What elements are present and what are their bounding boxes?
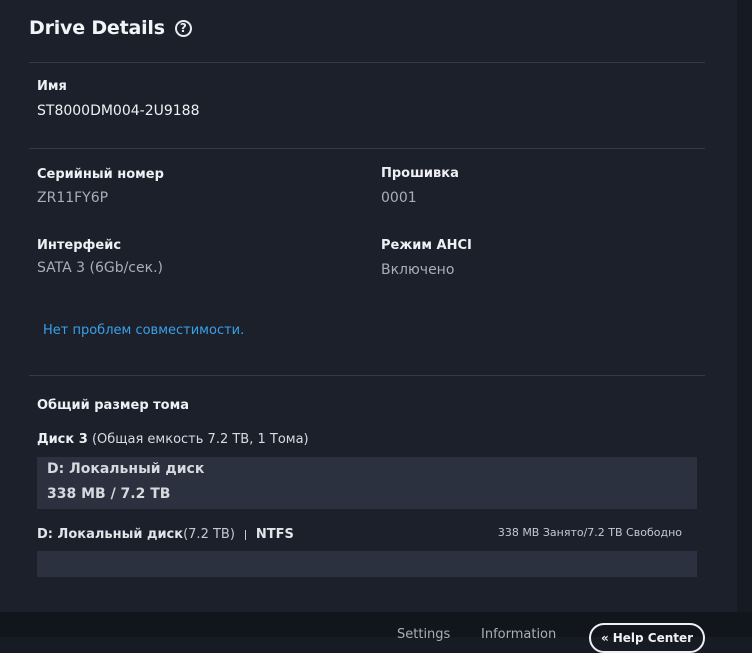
volume-card[interactable]: D: Локальный диск 338 MB / 7.2 TB	[37, 457, 697, 509]
partition-info: D: Локальный диск (7.2 TB) NTFS	[37, 527, 294, 542]
separator	[245, 530, 246, 540]
name-label: Имя	[37, 79, 67, 94]
partition-size: (7.2 TB)	[183, 527, 235, 542]
scrollbar[interactable]	[737, 0, 752, 612]
ahci-value: Включено	[381, 262, 454, 278]
footer-information-link[interactable]: Information	[481, 627, 556, 642]
divider	[29, 148, 705, 149]
page-title: Drive Details	[29, 17, 165, 39]
compatibility-link[interactable]: Нет проблем совместимости.	[43, 323, 244, 338]
serial-value: ZR11FY6P	[37, 190, 108, 206]
usage-text: 338 MB Занято/7.2 TB Свободно	[498, 526, 682, 539]
volume-name: D: Локальный диск	[47, 461, 204, 477]
ahci-label: Режим AHCI	[381, 238, 472, 253]
disk-line: Диск 3 (Общая емкость 7.2 TB, 1 Тома)	[37, 432, 309, 447]
help-center-label: Help Center	[613, 631, 693, 645]
partition-fs: NTFS	[256, 527, 294, 542]
firmware-label: Прошивка	[381, 166, 459, 181]
interface-label: Интерфейс	[37, 238, 121, 253]
panel-header: Drive Details ?	[29, 17, 192, 39]
help-center-button[interactable]: « Help Center	[589, 623, 705, 653]
footer-settings-link[interactable]: Settings	[397, 627, 450, 642]
divider	[29, 62, 705, 63]
firmware-value: 0001	[381, 190, 417, 206]
help-icon[interactable]: ?	[175, 20, 192, 37]
serial-label: Серийный номер	[37, 167, 164, 182]
partition-name: D: Локальный диск	[37, 527, 183, 542]
volume-size: 338 MB / 7.2 TB	[47, 486, 170, 502]
disk-name: Диск 3	[37, 432, 88, 447]
double-chevron-left-icon: «	[601, 631, 609, 645]
name-value: ST8000DM004-2U9188	[37, 103, 199, 119]
footer: Settings Information « Help Center	[0, 612, 752, 637]
volume-total-label: Общий размер тома	[37, 398, 189, 413]
drive-details-panel: Drive Details ? Имя ST8000DM004-2U9188 С…	[0, 0, 737, 612]
interface-value: SATA 3 (6Gb/сек.)	[37, 260, 163, 276]
usage-bar	[37, 551, 697, 577]
disk-info: (Общая емкость 7.2 TB, 1 Тома)	[92, 432, 309, 447]
divider	[29, 375, 705, 376]
